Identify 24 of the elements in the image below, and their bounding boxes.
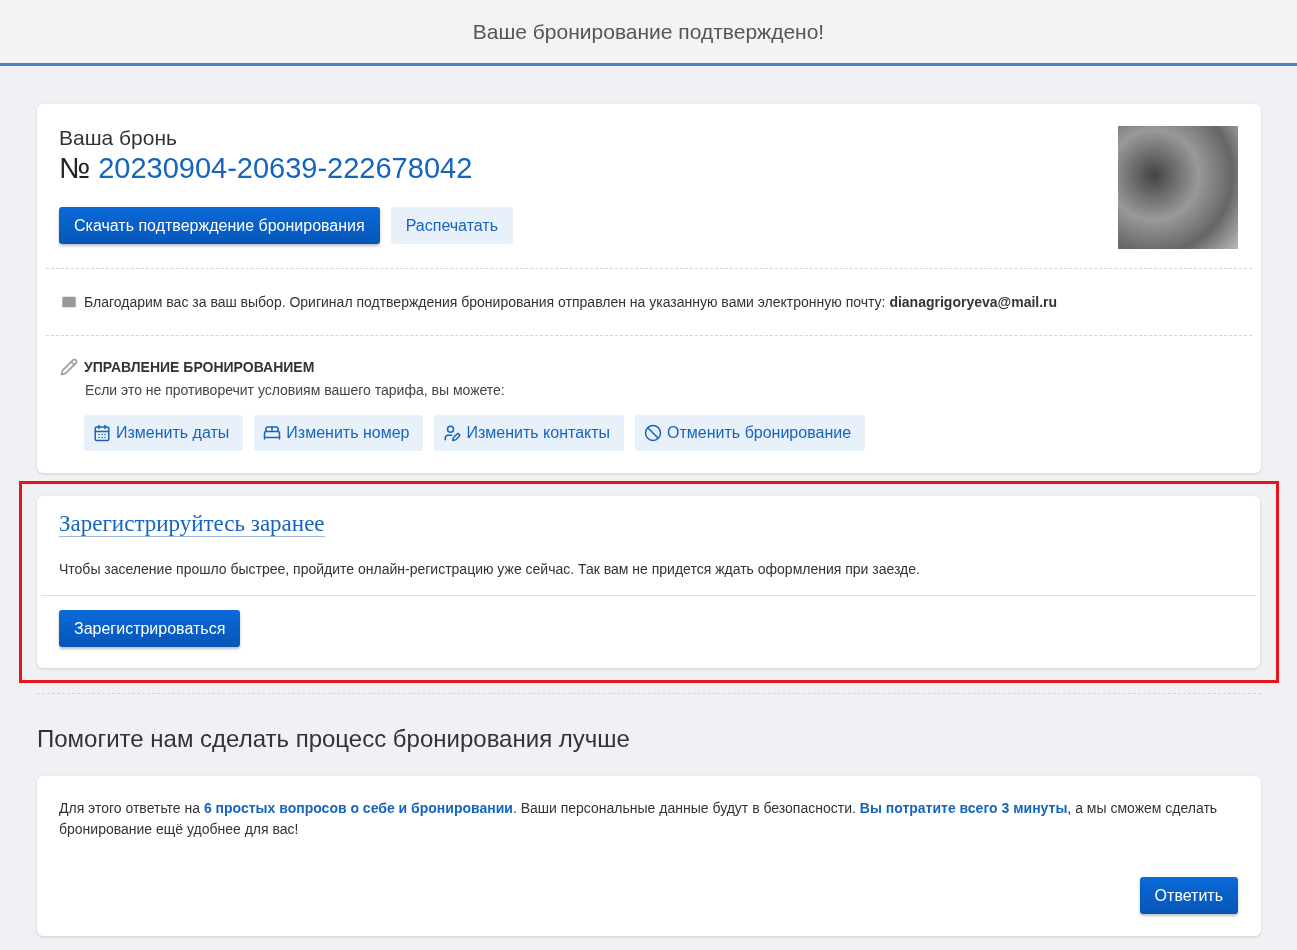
pencil-icon bbox=[60, 358, 78, 376]
manage-action-button[interactable]: Изменить номер bbox=[254, 415, 424, 451]
print-button[interactable]: Распечатать bbox=[390, 207, 513, 244]
manage-title: УПРАВЛЕНИЕ БРОНИРОВАНИЕМ bbox=[84, 359, 315, 375]
prohibited-icon bbox=[644, 424, 663, 442]
registration-text: Чтобы заселение прошло быстрее, пройдите онлайн-регистрацию уже сейчас. Так вам не придется ждать оформления при заезде. bbox=[58, 560, 921, 579]
survey-text: Для этого ответьте на 6 простых вопросов о себе и бронировании. Ваши персональные данные будут в безопасности. Вы потратите всего 3 минуты, а мы сможем сделать бронирование ещё удобнее для вас! bbox=[58, 799, 1219, 839]
survey-heading: Помогите нам сделать процесс бронирования лучше bbox=[37, 725, 631, 753]
booking-label: Ваша бронь bbox=[59, 126, 178, 150]
user-edit-icon bbox=[443, 424, 462, 442]
manage-action-button[interactable]: Изменить контакты bbox=[434, 415, 625, 451]
manage-action-button[interactable]: Изменить даты bbox=[84, 415, 244, 451]
email-note: Благодарим вас за ваш выбор. Оригинал подтверждения бронирования отправлен на указанную вами электронную почту: dianagrigoryeva@mail.ru bbox=[84, 294, 1058, 310]
manage-action-button[interactable]: Отменить бронирование bbox=[635, 415, 866, 451]
manage-subtitle: Если это не противоречит условиям вашего тарифа, вы можете: bbox=[85, 382, 506, 398]
number-sign: № bbox=[59, 152, 91, 185]
answer-button[interactable]: Ответить bbox=[1139, 877, 1238, 914]
calendar-icon bbox=[93, 424, 111, 442]
registration-link[interactable]: Зарегистрируйтесь заранее bbox=[59, 511, 325, 537]
bed-icon bbox=[263, 424, 282, 442]
booking-number: 20230904-20639-222678042 bbox=[98, 152, 473, 185]
page-title: Ваше бронирование подтверждено! bbox=[472, 19, 825, 44]
register-button[interactable]: Зарегистрироваться bbox=[59, 610, 241, 647]
download-button[interactable]: Скачать подтверждение бронирования bbox=[59, 207, 380, 244]
